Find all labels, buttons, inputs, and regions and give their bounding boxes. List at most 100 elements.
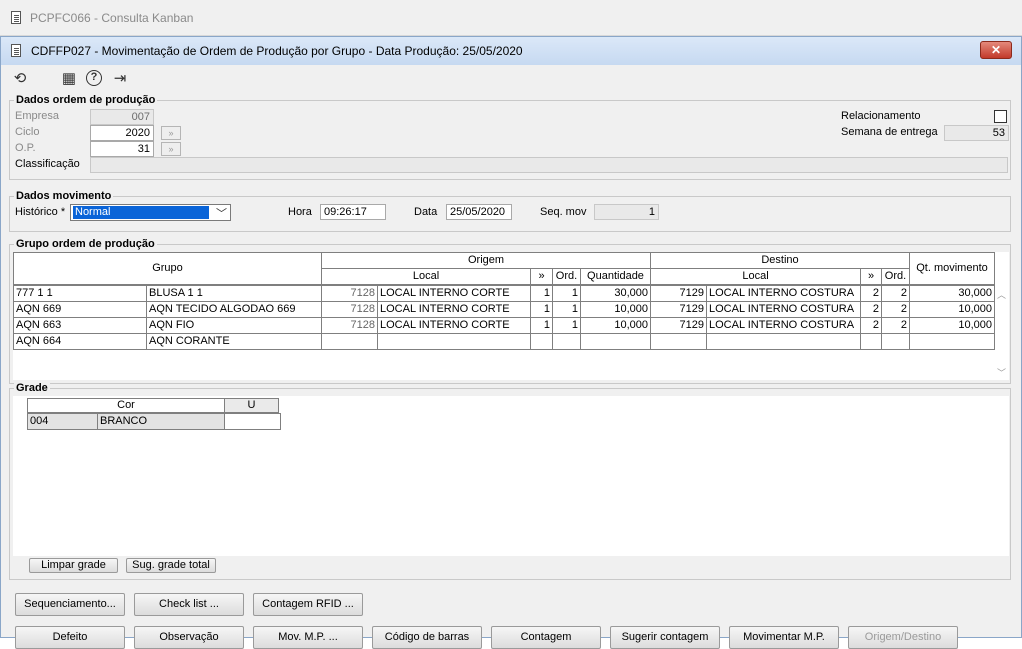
origem-local-cell: [377, 333, 531, 350]
quantidade-cell: [580, 333, 651, 350]
destino-code-cell: 7129: [650, 301, 707, 318]
seq-mov-label: Seq. mov: [540, 206, 587, 218]
empresa-label: Empresa: [15, 110, 60, 122]
destino-seq-header[interactable]: »: [860, 268, 882, 285]
destino-local-cell: LOCAL INTERNO COSTURA: [706, 317, 861, 334]
origem-header: Origem: [321, 252, 651, 269]
window-titlebar: CDFFP027 - Movimentação de Ordem de Prod…: [1, 37, 1021, 65]
origem-local-cell: LOCAL INTERNO CORTE: [377, 301, 531, 318]
grade-u-cell[interactable]: [224, 413, 281, 430]
sugerir-grade-total-button[interactable]: Sug. grade total: [126, 558, 216, 573]
grupo-desc-cell: AQN FIO: [146, 317, 322, 334]
destino-local-cell: [706, 333, 861, 350]
sequenciamento-button[interactable]: Sequenciamento...: [15, 593, 125, 616]
document-icon: [11, 11, 21, 24]
qt-movimento-cell[interactable]: 10,000: [909, 317, 995, 334]
quantidade-cell: 10,000: [580, 317, 651, 334]
contagem-rfid-button[interactable]: Contagem RFID ...: [253, 593, 363, 616]
grupo-desc-cell: AQN TECIDO ALGODAO 669: [146, 301, 322, 318]
destino-ord-cell: 2: [881, 317, 910, 334]
ciclo-field[interactable]: 2020: [90, 125, 154, 141]
exit-icon[interactable]: ⇥: [111, 70, 129, 88]
empresa-field: 007: [90, 109, 154, 125]
destino-code-cell: 7129: [650, 317, 707, 334]
qt-movimento-cell[interactable]: [909, 333, 995, 350]
limpar-grade-button[interactable]: Limpar grade: [29, 558, 118, 573]
grupo-desc-cell: AQN CORANTE: [146, 333, 322, 350]
data-field[interactable]: 25/05/2020: [446, 204, 512, 220]
origem-ord-header[interactable]: Ord.: [552, 268, 581, 285]
destino-code-cell: [650, 333, 707, 350]
scroll-up-icon[interactable]: ︿: [997, 288, 1006, 301]
destino-local-header[interactable]: Local: [650, 268, 861, 285]
destino-seq-cell: 2: [860, 317, 882, 334]
destino-seq-cell: 2: [860, 301, 882, 318]
seq-mov-field: 1: [594, 204, 659, 220]
destino-ord-cell: 2: [881, 285, 910, 302]
relacionamento-label: Relacionamento: [841, 110, 921, 122]
outer-window-titlebar: PCPFC066 - Consulta Kanban: [0, 0, 1022, 36]
destino-local-cell: LOCAL INTERNO COSTURA: [706, 285, 861, 302]
grade-cor-name: BRANCO: [97, 413, 225, 430]
grupo-code-cell: AQN 663: [13, 317, 147, 334]
data-label: Data: [414, 206, 438, 218]
quantidade-cell: 30,000: [580, 285, 651, 302]
qt-movimento-header[interactable]: Qt. movimento: [909, 252, 995, 285]
grade-cor-code: 004: [27, 413, 98, 430]
origem-local-cell: LOCAL INTERNO CORTE: [377, 317, 531, 334]
historico-select[interactable]: Normal ﹀: [70, 204, 231, 221]
hora-label: Hora: [288, 206, 312, 218]
qt-movimento-cell[interactable]: 10,000: [909, 301, 995, 318]
outer-window-title: PCPFC066 - Consulta Kanban: [30, 11, 194, 25]
origem-seq-header[interactable]: »: [530, 268, 553, 285]
destino-seq-cell: 2: [860, 285, 882, 302]
qt-movimento-cell[interactable]: 30,000: [909, 285, 995, 302]
historico-label: Histórico *: [15, 206, 66, 218]
semana-entrega-label: Semana de entrega: [841, 126, 938, 138]
grupo-op-legend: Grupo ordem de produção: [14, 238, 157, 250]
grupo-code-cell: 777 1 1: [13, 285, 147, 302]
destino-ord-cell: 2: [881, 301, 910, 318]
origem-seq-cell: [530, 333, 553, 350]
quantidade-header[interactable]: Quantidade: [580, 268, 651, 285]
calendar-icon[interactable]: ▦: [60, 70, 78, 88]
origem-local-header[interactable]: Local: [321, 268, 531, 285]
hora-field[interactable]: 09:26:17: [320, 204, 386, 220]
origem-code-cell: 7128: [321, 285, 378, 302]
dados-op-legend: Dados ordem de produção: [14, 94, 158, 106]
dados-movimento-legend: Dados movimento: [14, 190, 114, 202]
cor-header[interactable]: Cor: [27, 398, 225, 413]
classificacao-label: Classificação: [15, 158, 80, 170]
grupo-code-cell: AQN 669: [13, 301, 147, 318]
origem-local-cell: LOCAL INTERNO CORTE: [377, 285, 531, 302]
refresh-icon[interactable]: ⟲: [11, 70, 29, 88]
destino-seq-cell: [860, 333, 882, 350]
op-lookup-button[interactable]: »: [161, 142, 181, 156]
grupo-header[interactable]: Grupo: [13, 252, 322, 285]
chevron-down-icon: ﹀: [216, 208, 227, 220]
destino-ord-cell: [881, 333, 910, 350]
origem-code-cell: 7128: [321, 317, 378, 334]
scroll-down-icon[interactable]: ﹀: [997, 366, 1006, 379]
help-icon[interactable]: ?: [86, 70, 102, 86]
u-header[interactable]: U: [224, 398, 279, 413]
origem-ord-cell: 1: [552, 301, 581, 318]
close-button[interactable]: ✕: [980, 41, 1012, 59]
check-list-button[interactable]: Check list ...: [134, 593, 244, 616]
ciclo-lookup-button[interactable]: »: [161, 126, 181, 140]
op-label: O.P.: [15, 142, 36, 154]
origem-seq-cell: 1: [530, 317, 553, 334]
ciclo-label: Ciclo: [15, 126, 40, 138]
destino-ord-header[interactable]: Ord.: [881, 268, 910, 285]
classificacao-field: [90, 157, 1008, 173]
origem-ord-cell: 1: [552, 317, 581, 334]
historico-selected-value: Normal: [73, 206, 209, 219]
relacionamento-checkbox[interactable]: [994, 110, 1007, 123]
origem-code-cell: 7128: [321, 301, 378, 318]
op-field[interactable]: 31: [90, 141, 154, 157]
grade-legend: Grade: [14, 382, 50, 394]
semana-entrega-field: 53: [944, 125, 1009, 141]
destino-code-cell: 7129: [650, 285, 707, 302]
origem-seq-cell: 1: [530, 301, 553, 318]
origem-code-cell: [321, 333, 378, 350]
